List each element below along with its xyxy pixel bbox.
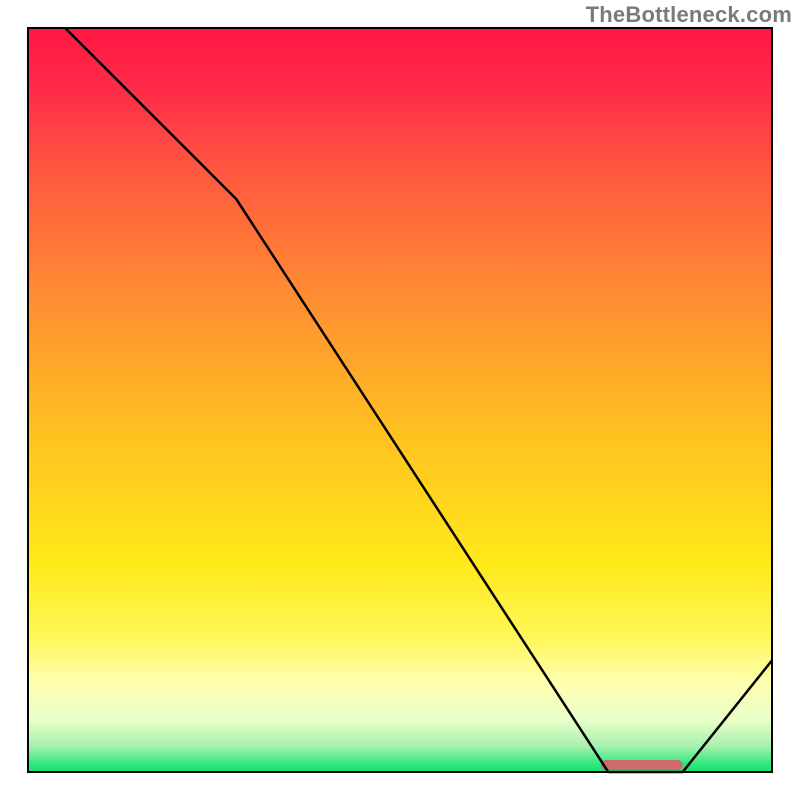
optimal-range-bar — [601, 760, 683, 770]
bottleneck-chart — [0, 0, 800, 800]
chart-container: TheBottleneck.com — [0, 0, 800, 800]
plot-background — [28, 28, 772, 772]
